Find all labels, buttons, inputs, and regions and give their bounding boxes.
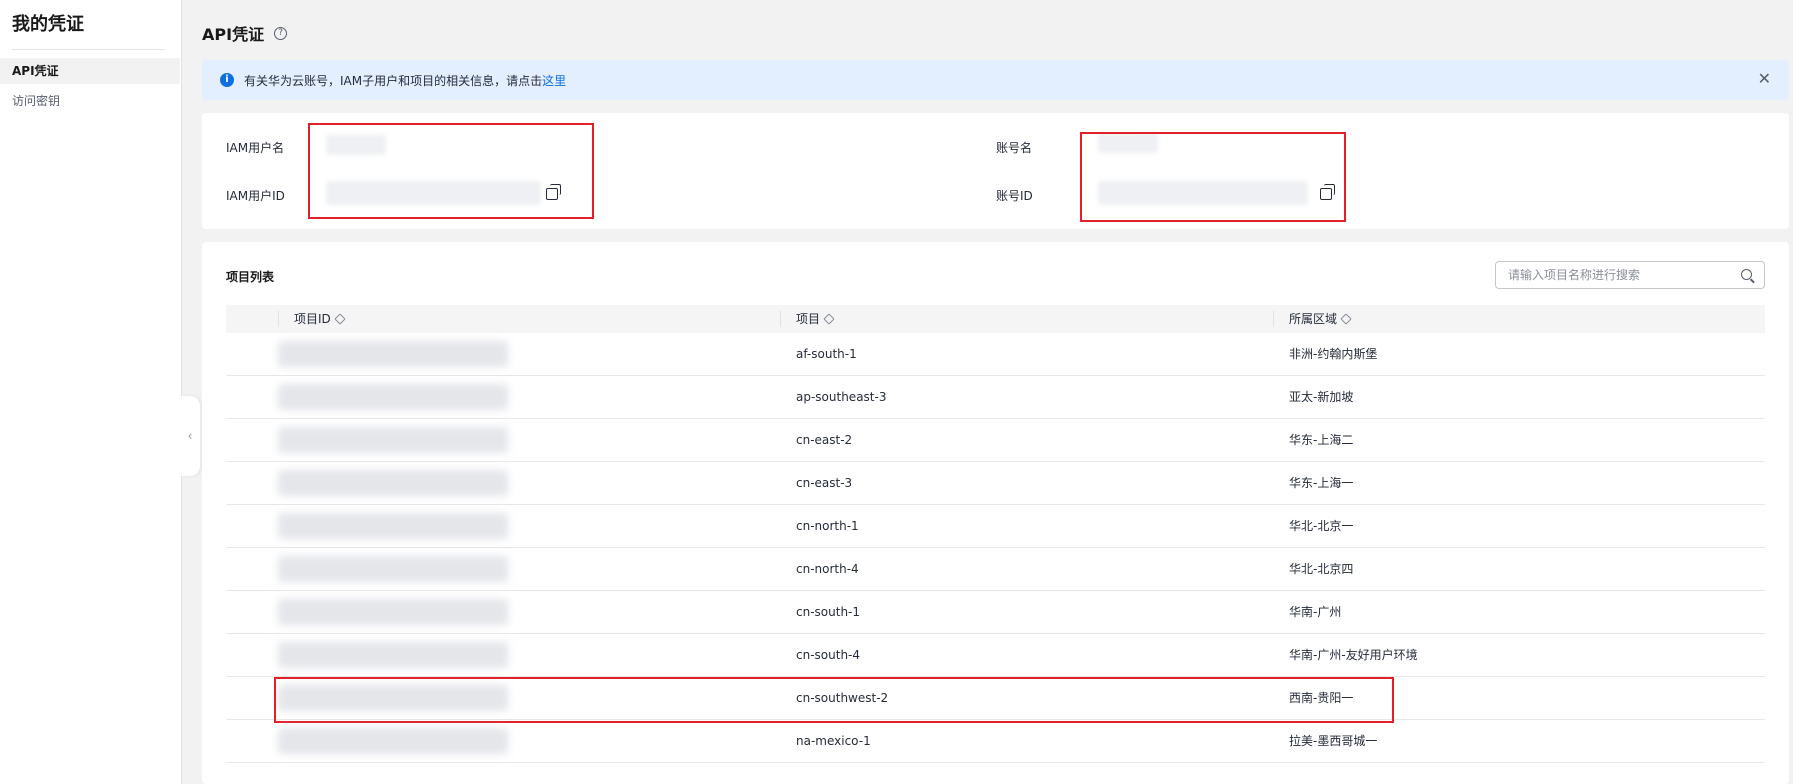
page-title-text: API凭证 [202, 25, 265, 44]
iam-user-name-label: IAM用户名 [226, 141, 285, 155]
region-cell: 拉美-墨西哥城一 [1289, 734, 1378, 748]
project-name-cell: cn-east-2 [796, 433, 853, 447]
alert-message: 有关华为云账号，IAM子用户和项目的相关信息，请点击 [244, 73, 543, 88]
page-title: API凭证 ? [202, 21, 288, 45]
table-row: na-mexico-1 拉美-墨西哥城一 [226, 720, 1765, 763]
user-info-card: IAM用户名 IAM用户ID 账号名 账号ID [202, 113, 1789, 229]
project-id-value [278, 470, 508, 496]
table-row: cn-east-3 华东-上海一 [226, 462, 1765, 505]
table-row: cn-southwest-2 西南-贵阳一 [226, 677, 1765, 723]
chevron-left-icon: ‹ [187, 429, 193, 443]
table-row: cn-south-1 华南-广州 [226, 591, 1765, 634]
info-icon: i [220, 73, 234, 87]
project-id-value [278, 384, 508, 410]
account-id-label: 账号ID [996, 189, 1033, 203]
table-row: cn-east-2 华东-上海二 [226, 419, 1765, 462]
alert-text: 有关华为云账号，IAM子用户和项目的相关信息，请点击这里 [244, 72, 566, 89]
project-name-cell: cn-north-4 [796, 562, 859, 576]
table-row: ap-southeast-3 亚太-新加坡 [226, 376, 1765, 419]
table-row: cn-south-4 华南-广州-友好用户环境 [226, 634, 1765, 677]
project-table: 项目ID 项目 所属区域 af-south-1 非洲-约翰内斯堡 ap-sout… [226, 305, 1765, 763]
iam-user-id-label: IAM用户ID [226, 189, 285, 203]
sidebar-divider [12, 49, 165, 50]
project-id-value [278, 427, 508, 453]
sidebar: 我的凭证 API凭证 访问密钥 [0, 0, 182, 784]
account-name-label: 账号名 [996, 141, 1033, 155]
sort-icon[interactable] [1340, 313, 1352, 325]
table-header: 项目ID 项目 所属区域 [226, 305, 1765, 333]
project-name-cell: ap-southeast-3 [796, 390, 887, 404]
project-name-cell: cn-south-1 [796, 605, 861, 619]
project-id-value [278, 642, 508, 668]
column-header-project[interactable]: 项目 [796, 305, 835, 333]
column-header-project-id[interactable]: 项目ID [294, 305, 346, 333]
region-cell: 华东-上海二 [1289, 433, 1354, 447]
region-cell: 华东-上海一 [1289, 476, 1354, 490]
project-id-value [278, 513, 508, 539]
region-cell: 华南-广州 [1289, 605, 1342, 619]
column-separator [780, 311, 781, 327]
project-id-value [278, 599, 508, 625]
region-cell: 华北-北京一 [1289, 519, 1354, 533]
project-name-cell: cn-north-1 [796, 519, 859, 533]
sidebar-item-access-keys[interactable]: 访问密钥 [0, 88, 180, 114]
table-row: af-south-1 非洲-约翰内斯堡 [226, 333, 1765, 376]
close-icon[interactable]: ✕ [1758, 71, 1771, 87]
help-icon[interactable]: ? [274, 26, 288, 40]
column-header-label: 所属区域 [1289, 312, 1338, 326]
sidebar-collapse-button[interactable]: ‹ [180, 396, 200, 476]
column-header-label: 项目ID [294, 312, 331, 326]
table-row: cn-north-1 华北-北京一 [226, 505, 1765, 548]
project-id-value [278, 556, 508, 582]
table-row: cn-north-4 华北-北京四 [226, 548, 1765, 591]
sidebar-item-api-credentials[interactable]: API凭证 [0, 58, 180, 84]
region-cell: 非洲-约翰内斯堡 [1289, 347, 1378, 361]
highlight-row-box [274, 677, 1394, 723]
column-separator [1273, 311, 1274, 327]
region-cell: 华北-北京四 [1289, 562, 1354, 576]
project-search-input[interactable] [1496, 262, 1726, 288]
project-name-cell: cn-east-3 [796, 476, 853, 490]
region-cell: 亚太-新加坡 [1289, 390, 1354, 404]
project-id-value [278, 341, 508, 367]
column-header-region[interactable]: 所属区域 [1289, 305, 1352, 333]
search-icon[interactable] [1741, 269, 1752, 280]
info-alert: i 有关华为云账号，IAM子用户和项目的相关信息，请点击这里 ✕ [202, 60, 1789, 100]
alert-link[interactable]: 这里 [542, 74, 566, 88]
highlight-iam-user-box [308, 123, 594, 219]
project-list-card: 项目列表 项目ID 项目 所属区域 af-south-1 非洲 [202, 242, 1789, 784]
project-list-title: 项目列表 [226, 270, 275, 284]
region-cell: 华南-广州-友好用户环境 [1289, 648, 1418, 662]
column-header-label: 项目 [796, 312, 821, 326]
project-name-cell: na-mexico-1 [796, 734, 871, 748]
column-separator [278, 311, 279, 327]
sort-icon[interactable] [823, 313, 835, 325]
project-name-cell: af-south-1 [796, 347, 857, 361]
project-name-cell: cn-south-4 [796, 648, 861, 662]
highlight-account-box [1080, 132, 1346, 222]
project-id-value [278, 728, 508, 754]
project-search [1495, 261, 1765, 289]
sidebar-title: 我的凭证 [12, 14, 84, 35]
sort-icon[interactable] [334, 313, 346, 325]
